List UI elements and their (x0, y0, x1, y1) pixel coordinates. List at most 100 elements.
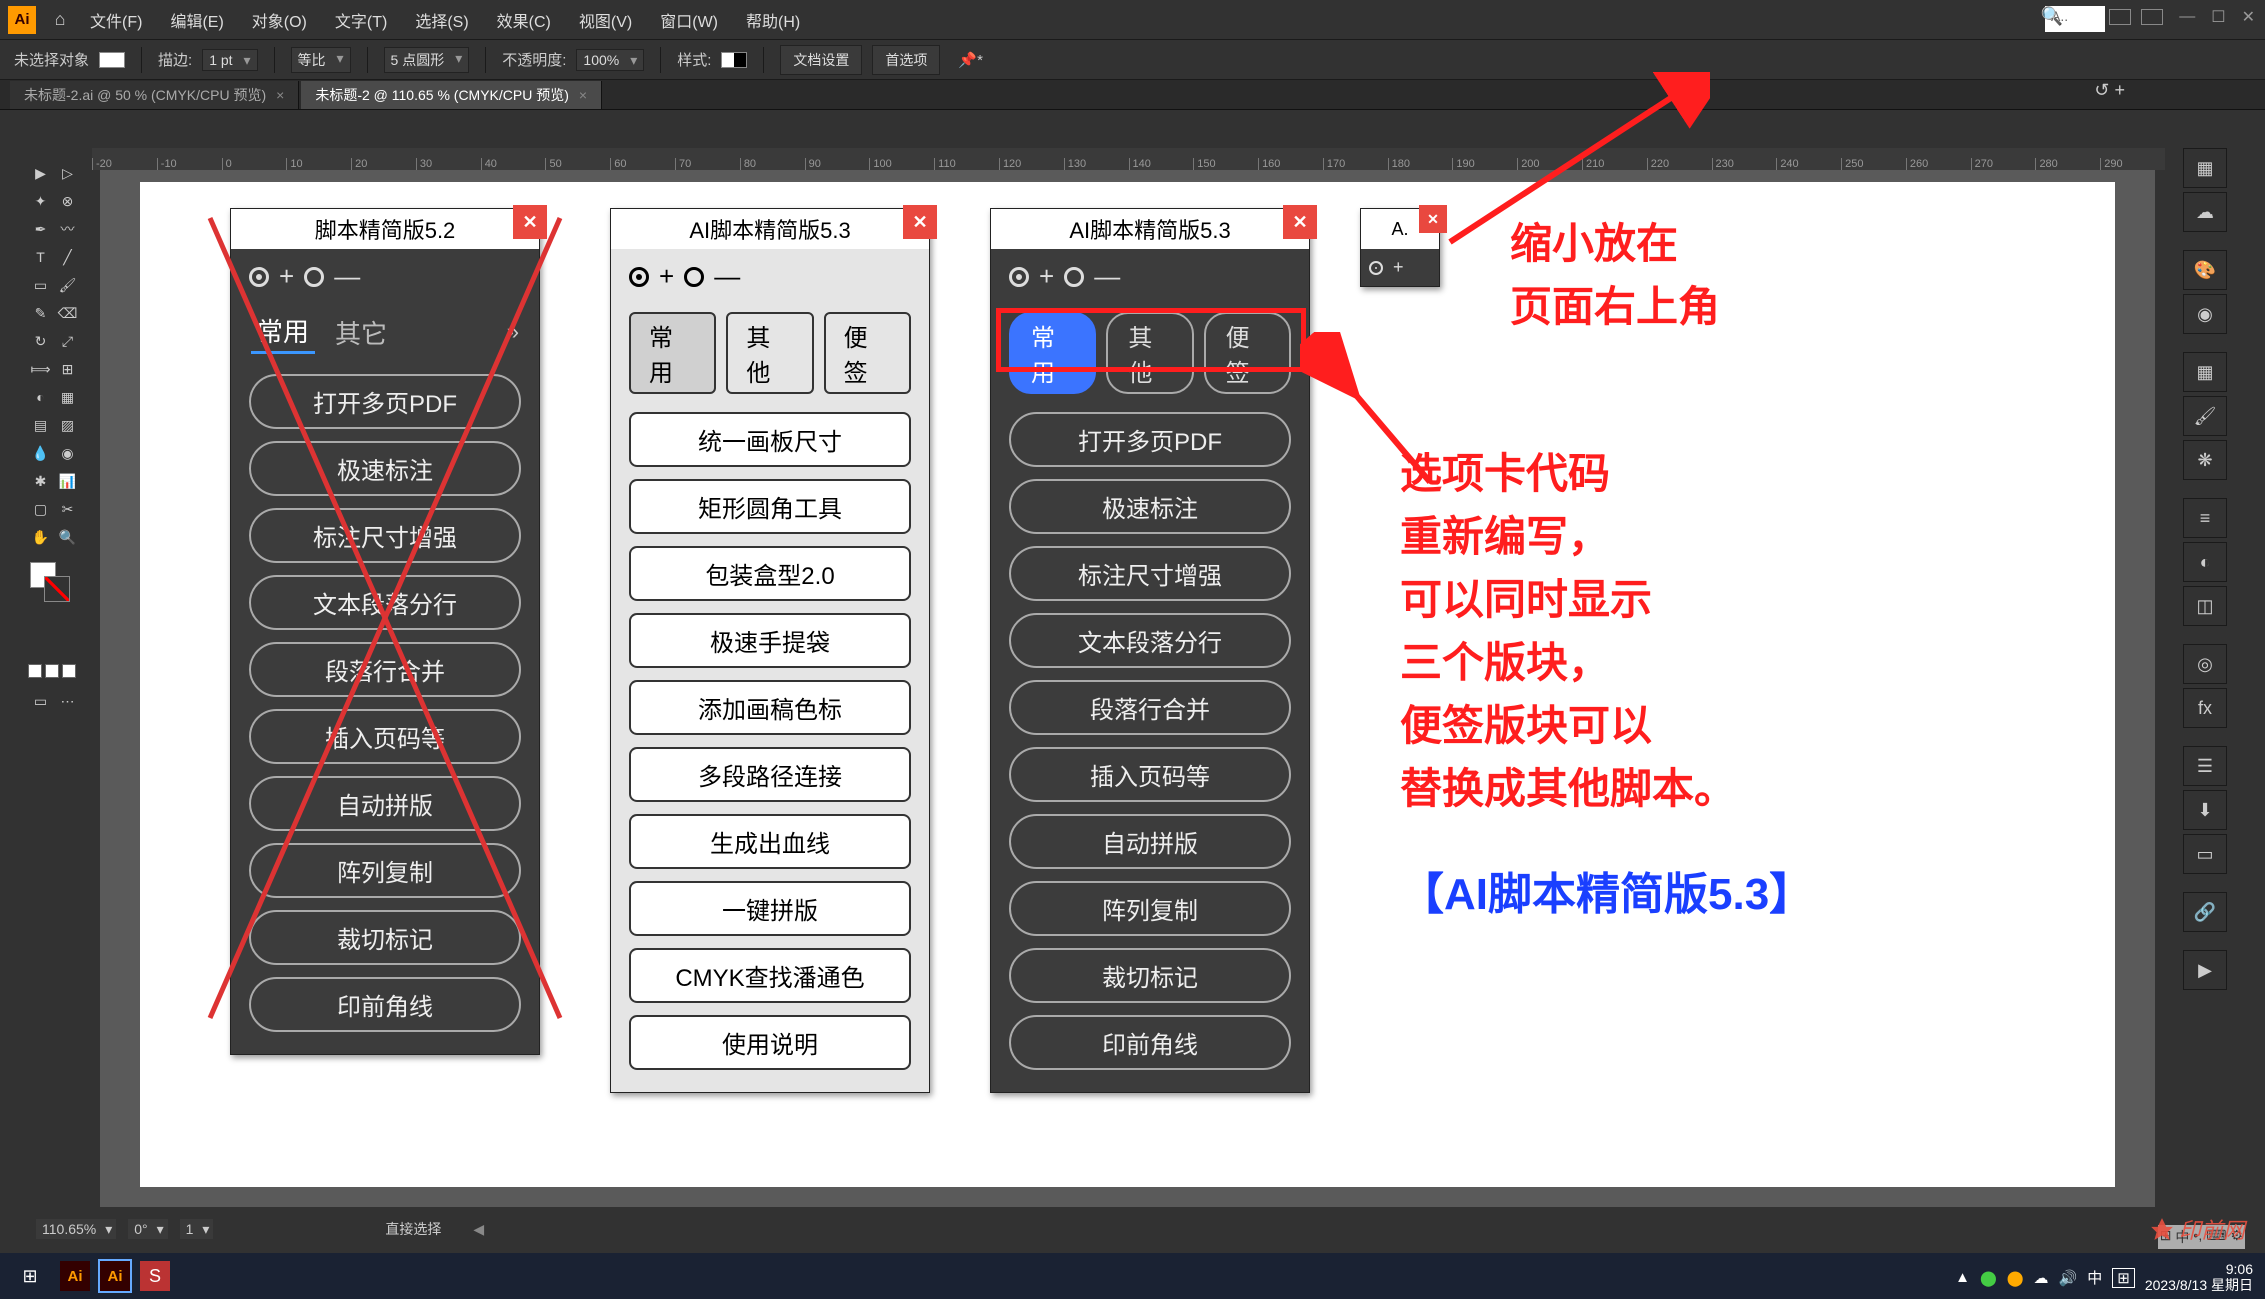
width-tool[interactable]: ⟾ (28, 356, 53, 382)
script-button[interactable]: 阵列复制 (249, 843, 521, 898)
script-button[interactable]: 矩形圆角工具 (629, 479, 911, 534)
hand-tool[interactable]: ✋ (28, 524, 53, 550)
fill-swatch[interactable] (99, 52, 125, 68)
clock[interactable]: 9:06 2023/8/13 星期日 (2145, 1262, 2253, 1293)
mesh-tool[interactable]: ▤ (28, 412, 53, 438)
type-tool[interactable]: T (28, 244, 53, 270)
script-button[interactable]: 极速标注 (249, 441, 521, 496)
style-swatch[interactable] (721, 52, 747, 68)
pin-icon[interactable]: 📌* (958, 51, 983, 69)
menu-select[interactable]: 选择(S) (403, 4, 480, 36)
color-mode[interactable] (28, 664, 42, 678)
libraries-panel-icon[interactable]: ☁ (2183, 192, 2227, 232)
radio-1[interactable] (1369, 261, 1383, 275)
menu-object[interactable]: 对象(O) (240, 4, 319, 36)
search-icon[interactable]: 🔍 (2041, 6, 2063, 27)
radio-1[interactable] (249, 267, 269, 287)
menu-effect[interactable]: 效果(C) (485, 4, 563, 36)
script-button[interactable]: 生成出血线 (629, 814, 911, 869)
gradient-mode[interactable] (45, 664, 59, 678)
zoom-tool[interactable]: 🔍 (55, 524, 80, 550)
script-button[interactable]: 印前角线 (1009, 1015, 1291, 1070)
close-button[interactable]: ✕ (2242, 7, 2255, 27)
edit-toolbar[interactable]: ⋯ (55, 688, 80, 714)
selection-tool[interactable]: ▶ (28, 160, 53, 186)
tab-notes[interactable]: 便签 (824, 312, 911, 394)
actions-panel-icon[interactable]: ▶ (2183, 950, 2227, 990)
magic-wand-tool[interactable]: ✦ (28, 188, 53, 214)
color-panel-icon[interactable]: 🎨 (2183, 250, 2227, 290)
tray-icon[interactable]: ⬤ (2007, 1269, 2024, 1287)
script-button[interactable]: 标注尺寸增强 (249, 508, 521, 563)
taskbar-ai-2[interactable]: Ai (100, 1261, 130, 1291)
menu-file[interactable]: 文件(F) (78, 4, 154, 36)
chevron-right-icon[interactable]: » (507, 319, 519, 345)
doc-setup-button[interactable]: 文档设置 (780, 45, 862, 75)
color-controls[interactable] (28, 562, 80, 612)
close-button[interactable]: ✕ (1419, 205, 1447, 233)
tab-other[interactable]: 其它 (329, 312, 393, 353)
close-button[interactable]: ✕ (1283, 205, 1317, 239)
layers-panel-icon[interactable]: ☰ (2183, 746, 2227, 786)
close-button[interactable]: ✕ (903, 205, 937, 239)
workspace-switcher[interactable] (2109, 9, 2163, 25)
home-icon[interactable]: ⌂ (46, 6, 74, 34)
menu-help[interactable]: 帮助(H) (734, 4, 812, 36)
uniform-dropdown[interactable]: 等比 (291, 47, 351, 73)
angle-dropdown[interactable]: 0° (128, 1219, 167, 1239)
perspective-tool[interactable]: ▦ (55, 384, 80, 410)
rectangle-tool[interactable]: ▭ (28, 272, 53, 298)
script-button[interactable]: 自动拼版 (249, 776, 521, 831)
script-button[interactable]: 包装盒型2.0 (629, 546, 911, 601)
script-button[interactable]: 阵列复制 (1009, 881, 1291, 936)
properties-panel-icon[interactable]: ▦ (2183, 148, 2227, 188)
line-tool[interactable]: ╱ (55, 244, 80, 270)
tray-ime-box[interactable]: ⊞ (2112, 1268, 2135, 1288)
radio-1[interactable] (629, 267, 649, 287)
script-button[interactable]: 裁切标记 (249, 910, 521, 965)
slice-tool[interactable]: ✂ (55, 496, 80, 522)
screen-mode[interactable]: ▭ (28, 688, 53, 714)
shaper-tool[interactable]: ✎ (28, 300, 53, 326)
maximize-button[interactable]: ☐ (2211, 7, 2225, 27)
rotate-tool[interactable]: ↻ (28, 328, 53, 354)
curvature-tool[interactable]: 〰 (55, 216, 80, 242)
appearance-panel-icon[interactable]: ◎ (2183, 644, 2227, 684)
script-button[interactable]: 插入页码等 (249, 709, 521, 764)
opacity-dropdown[interactable]: 100% (576, 49, 644, 71)
graphic-styles-panel-icon[interactable]: fx (2183, 688, 2227, 728)
artboard-tool[interactable]: ▢ (28, 496, 53, 522)
tab-other[interactable]: 其他 (726, 312, 813, 394)
script-button[interactable]: 插入页码等 (1009, 747, 1291, 802)
script-button[interactable]: 印前角线 (249, 977, 521, 1032)
brushes-panel-icon[interactable]: 🖌 (2183, 396, 2227, 436)
tab-common[interactable]: 常用 (629, 312, 716, 394)
canvas[interactable]: 脚本精简版5.2 ✕ + — 常用 其它 » 打开多页PDF极速标注标注尺寸增强… (100, 170, 2155, 1207)
zoom-dropdown[interactable]: 110.65% (36, 1219, 116, 1239)
free-transform-tool[interactable]: ⊞ (55, 356, 80, 382)
script-button[interactable]: 段落行合并 (249, 642, 521, 697)
tab-common[interactable]: 常用 (251, 310, 315, 354)
eraser-tool[interactable]: ⌫ (55, 300, 80, 326)
tray-icon[interactable]: ▲ (1955, 1269, 1970, 1286)
shape-builder-tool[interactable]: ◐ (28, 384, 53, 410)
column-graph-tool[interactable]: 📊 (55, 468, 80, 494)
script-button[interactable]: 添加画稿色标 (629, 680, 911, 735)
script-button[interactable]: 一键拼版 (629, 881, 911, 936)
color-guide-panel-icon[interactable]: ◉ (2183, 294, 2227, 334)
radio-2[interactable] (304, 267, 324, 287)
script-button[interactable]: 极速标注 (1009, 479, 1291, 534)
script-button[interactable]: 文本段落分行 (1009, 613, 1291, 668)
script-button[interactable]: 统一画板尺寸 (629, 412, 911, 467)
stroke-color[interactable] (44, 576, 70, 602)
script-button[interactable]: 使用说明 (629, 1015, 911, 1070)
scale-tool[interactable]: ⤢ (55, 328, 80, 354)
close-icon[interactable]: × (579, 87, 587, 103)
menu-type[interactable]: 文字(T) (323, 4, 399, 36)
direct-selection-tool[interactable]: ▷ (55, 160, 80, 186)
blend-tool[interactable]: ◉ (55, 440, 80, 466)
minimize-button[interactable]: — (2179, 8, 2195, 26)
close-icon[interactable]: × (276, 87, 284, 103)
stroke-weight-dropdown[interactable]: 1 pt (202, 49, 257, 71)
gradient-panel-icon[interactable]: ◐ (2183, 542, 2227, 582)
